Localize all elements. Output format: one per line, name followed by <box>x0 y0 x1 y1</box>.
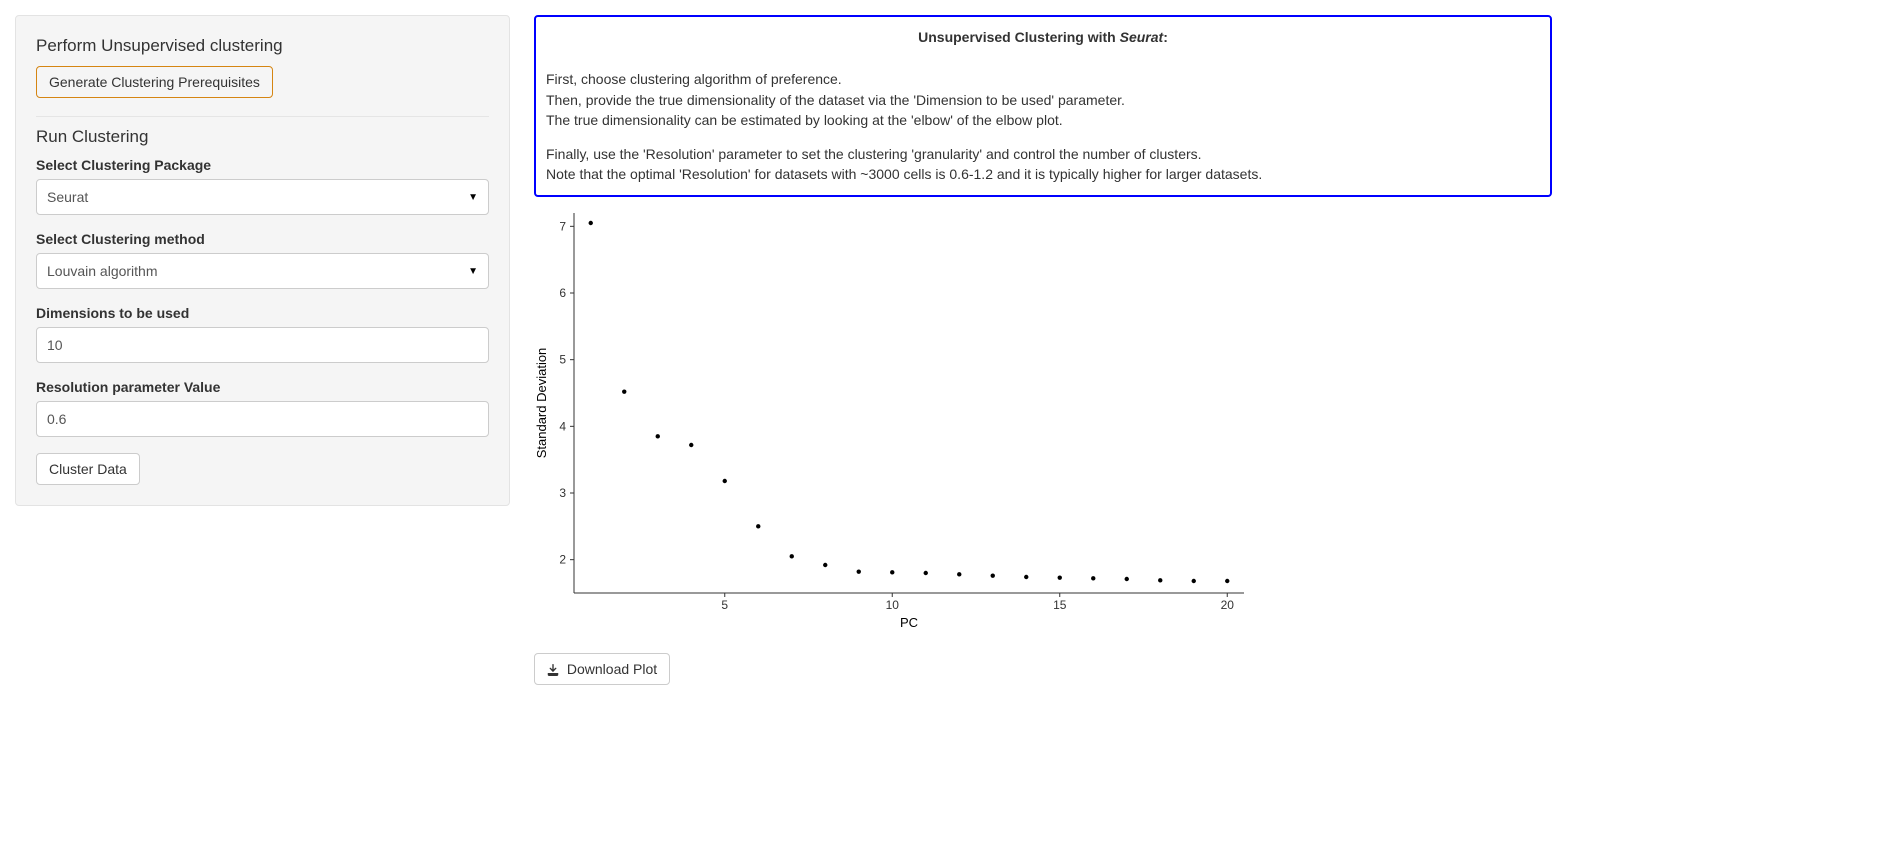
svg-text:PC: PC <box>900 615 918 630</box>
info-line: Note that the optimal 'Resolution' for d… <box>546 164 1540 184</box>
svg-text:5: 5 <box>721 598 728 612</box>
svg-text:5: 5 <box>559 352 566 366</box>
svg-text:15: 15 <box>1053 598 1067 612</box>
dimensions-input[interactable] <box>36 327 489 363</box>
clustering-method-select[interactable]: Louvain algorithm ▼ <box>36 253 489 289</box>
info-line: Then, provide the true dimensionality of… <box>546 90 1540 110</box>
svg-text:4: 4 <box>559 419 566 433</box>
resolution-label: Resolution parameter Value <box>36 379 489 395</box>
package-label: Select Clustering Package <box>36 157 489 173</box>
svg-text:7: 7 <box>559 219 566 233</box>
resolution-input[interactable] <box>36 401 489 437</box>
section-unsupervised-title: Perform Unsupervised clustering <box>36 36 489 56</box>
dimensions-label: Dimensions to be used <box>36 305 489 321</box>
info-box: Unsupervised Clustering with Seurat: Fir… <box>534 15 1552 197</box>
svg-text:10: 10 <box>886 598 900 612</box>
svg-text:6: 6 <box>559 286 566 300</box>
settings-panel: Perform Unsupervised clustering Generate… <box>15 15 510 506</box>
download-plot-button[interactable]: Download Plot <box>534 653 670 685</box>
elbow-plot: 2 3 4 5 6 7 5 10 15 20 PC Standard Deviation <box>534 203 1552 633</box>
info-title-italic: Seurat <box>1120 29 1164 45</box>
info-title-post: : <box>1163 29 1168 45</box>
svg-text:20: 20 <box>1221 598 1235 612</box>
download-icon <box>547 664 559 676</box>
cluster-data-button[interactable]: Cluster Data <box>36 453 140 485</box>
divider <box>36 116 489 117</box>
caret-down-icon: ▼ <box>468 266 478 277</box>
section-run-clustering-title: Run Clustering <box>36 127 489 147</box>
method-label: Select Clustering method <box>36 231 489 247</box>
download-plot-label: Download Plot <box>563 661 657 677</box>
caret-down-icon: ▼ <box>468 192 478 203</box>
info-title-pre: Unsupervised Clustering with <box>918 29 1119 45</box>
info-line: First, choose clustering algorithm of pr… <box>546 69 1540 89</box>
svg-text:Standard Deviation: Standard Deviation <box>534 347 549 458</box>
svg-text:2: 2 <box>559 552 566 566</box>
info-line: The true dimensionality can be estimated… <box>546 110 1540 130</box>
generate-prerequisites-button[interactable]: Generate Clustering Prerequisites <box>36 66 273 98</box>
info-line: Finally, use the 'Resolution' parameter … <box>546 144 1540 164</box>
clustering-package-value: Seurat <box>47 189 88 205</box>
clustering-method-value: Louvain algorithm <box>47 263 158 279</box>
clustering-package-select[interactable]: Seurat ▼ <box>36 179 489 215</box>
info-title: Unsupervised Clustering with Seurat: <box>546 27 1540 47</box>
svg-text:3: 3 <box>559 486 566 500</box>
